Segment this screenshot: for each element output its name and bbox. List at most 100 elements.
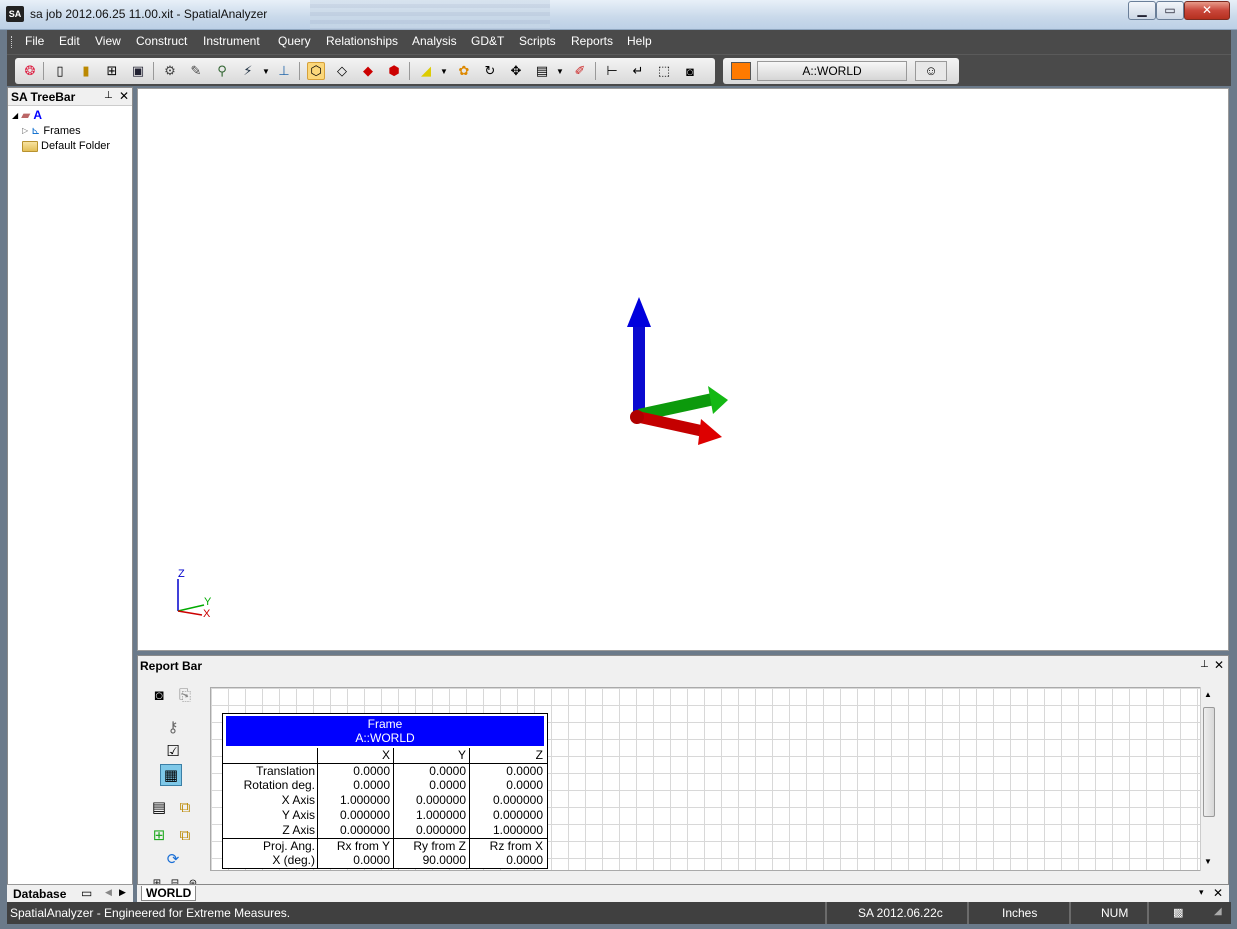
hierarchy-icon[interactable]: ⊥ [275, 62, 293, 80]
report-add-icon[interactable]: ⊞ [148, 824, 170, 846]
menu-bar: File Edit View Construct Instrument Quer… [7, 30, 1231, 54]
merge-file-icon[interactable]: ⊞ [103, 62, 121, 80]
gear-icon[interactable]: ⚙ [161, 62, 179, 80]
graphics-viewport[interactable]: Z Y X [137, 88, 1229, 651]
active-frame-selector[interactable]: A::WORLD [757, 61, 907, 81]
maximize-button[interactable]: ▭ [1156, 1, 1184, 20]
tree-node-frames[interactable]: ▷ ⊾ Frames [22, 124, 81, 138]
tab-database[interactable]: Database [13, 887, 66, 901]
minimize-button[interactable]: ▁ [1128, 1, 1156, 20]
shaded-cube-icon[interactable]: ⬢ [385, 62, 403, 80]
menu-query[interactable]: Query [278, 34, 311, 48]
menu-grip[interactable] [11, 36, 14, 48]
report-scrollbar[interactable]: ▲ ▼ [1200, 687, 1216, 871]
menu-instrument[interactable]: Instrument [203, 34, 260, 48]
menu-view[interactable]: View [95, 34, 121, 48]
resize-grip-icon[interactable]: ◢ [1214, 906, 1222, 917]
treebar-close-icon[interactable]: ✕ [119, 89, 129, 103]
checklist-icon[interactable]: ☑ [162, 740, 184, 762]
tree-node-root[interactable]: ◢ ▰ A [12, 108, 42, 122]
collapse-triangle-icon[interactable]: ◢ [12, 111, 18, 120]
table-cell: Z Axis [223, 823, 318, 838]
expand-triangle-icon[interactable]: ▷ [22, 126, 28, 135]
pan-view-icon[interactable]: ✥ [507, 62, 525, 80]
pin-icon[interactable]: ⊥ [1200, 659, 1209, 670]
menu-reports[interactable]: Reports [571, 34, 613, 48]
scroll-thumb[interactable] [1203, 707, 1215, 817]
camera-icon[interactable]: ◙ [148, 684, 170, 706]
instrument-add-icon[interactable]: ⚲ [213, 62, 231, 80]
treebar-tabs: Database ▭ ◀ ▶ [7, 884, 133, 902]
menu-construct[interactable]: Construct [136, 34, 187, 48]
frame-axis-icon[interactable]: ⊢ [603, 62, 621, 80]
palette-icon[interactable]: ✿ [455, 62, 473, 80]
menu-edit[interactable]: Edit [59, 34, 80, 48]
pin-icon[interactable]: ⊥ [104, 90, 113, 101]
origin-node [630, 410, 644, 424]
report-item-icon[interactable]: ▤ [148, 796, 170, 818]
color-swatch[interactable] [731, 62, 751, 80]
table-cell: Ry from Z [394, 839, 470, 853]
select-box-icon[interactable]: ⬚ [655, 62, 673, 80]
report-tools: ◙ ⎘ ⚷ ☑ ▦ ▤ ⧉ ⊞ ⧉ ⟳ ⊞ ⊟ ⊜ [138, 678, 208, 889]
report-view-icon[interactable]: ▦ [160, 764, 182, 786]
brush-icon[interactable]: ✐ [571, 62, 589, 80]
refresh-icon[interactable]: ⟳ [162, 848, 184, 870]
treebar-header: SA TreeBar ⊥ ✕ [8, 88, 132, 106]
frame-report-table[interactable]: Frame A::WORLD X Y Z Translation 0.0000 … [222, 713, 548, 869]
table-cell: Rx from Y [318, 839, 394, 853]
job-icon: ▰ [21, 108, 31, 122]
tab-world[interactable]: WORLD [141, 886, 197, 901]
table-cell: 0.000000 [318, 808, 394, 823]
menu-file[interactable]: File [25, 34, 44, 48]
wrench-icon[interactable]: ✎ [187, 62, 205, 80]
treebar-title: SA TreeBar [11, 90, 76, 104]
cube-outline-icon[interactable]: ◇ [333, 62, 351, 80]
menu-help[interactable]: Help [627, 34, 652, 48]
scroll-down-icon[interactable]: ▼ [1204, 857, 1212, 866]
enter-icon[interactable]: ↵ [629, 62, 647, 80]
x-axis-shaft [635, 411, 706, 437]
menu-analysis[interactable]: Analysis [412, 34, 457, 48]
user-icon[interactable]: ☺ [915, 61, 947, 81]
scroll-up-icon[interactable]: ▲ [1204, 690, 1212, 699]
report-copy-icon[interactable]: ⧉ [174, 796, 196, 818]
dropdown-arrow-icon[interactable]: ▼ [435, 62, 453, 80]
menu-gdt[interactable]: GD&T [471, 34, 504, 48]
tab-scroll-right-icon[interactable]: ▶ [119, 887, 126, 898]
table-header-cell [223, 748, 318, 763]
view-options-icon[interactable]: ▤ [533, 62, 551, 80]
tree-node-default-folder[interactable]: Default Folder [22, 140, 110, 152]
report-new-icon[interactable]: ⧉ [174, 824, 196, 846]
tab-menu-icon[interactable]: ▾ [1199, 887, 1204, 898]
wireframe-cube-icon[interactable]: ⬡ [307, 62, 325, 80]
close-window-button[interactable]: ✕ [1184, 1, 1230, 20]
computer-icon[interactable]: ▭ [81, 886, 92, 900]
table-cell: 0.0000 [506, 778, 543, 792]
table-cell: 1.000000 [394, 808, 470, 823]
menu-scripts[interactable]: Scripts [519, 34, 556, 48]
dropdown-arrow-icon[interactable]: ▼ [551, 62, 569, 80]
table-header-cell: Z [535, 748, 543, 762]
menu-relationships[interactable]: Relationships [326, 34, 398, 48]
frame-toolstrip: A::WORLD ☺ [723, 58, 959, 84]
open-file-icon[interactable]: ▮ [77, 62, 95, 80]
dropdown-arrow-icon[interactable]: ▼ [257, 62, 275, 80]
tab-scroll-left-icon[interactable]: ◀ [105, 887, 112, 898]
table-cell: Proj. Ang. [223, 839, 318, 853]
copy-icon[interactable]: ⎘ [174, 684, 196, 706]
camera-icon[interactable]: ◙ [681, 62, 699, 80]
lifesaver-icon[interactable]: ❂ [21, 62, 39, 80]
save-icon[interactable]: ▣ [129, 62, 147, 80]
runner-icon[interactable]: ⚡ [239, 62, 257, 80]
key-icon[interactable]: ⚷ [162, 716, 184, 738]
tab-close-icon[interactable]: ✕ [1213, 886, 1223, 900]
highlight-icon[interactable]: ◢ [417, 62, 435, 80]
title-bar[interactable]: SA sa job 2012.06.25 11.00.xit - Spatial… [0, 0, 1237, 30]
mini-z-label: Z [178, 568, 185, 580]
report-bar-close-icon[interactable]: ✕ [1214, 658, 1224, 672]
rotate-view-icon[interactable]: ↻ [481, 62, 499, 80]
table-cell: 90.0000 [394, 853, 470, 868]
solid-cube-icon[interactable]: ◆ [359, 62, 377, 80]
new-file-icon[interactable]: ▯ [51, 62, 69, 80]
